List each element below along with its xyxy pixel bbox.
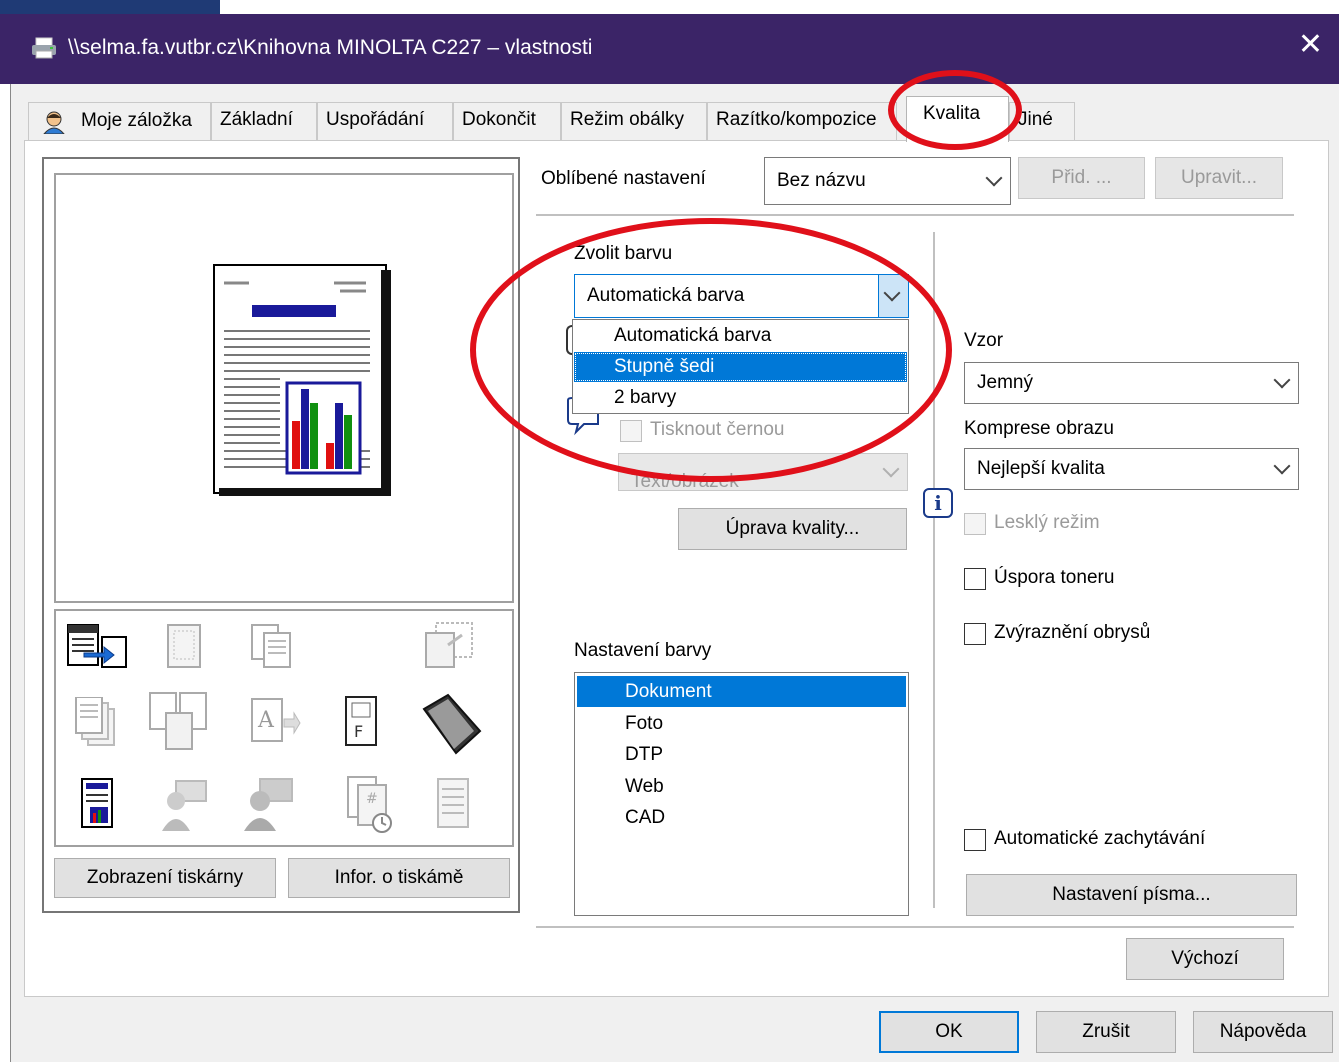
- tab-basic[interactable]: Základní: [211, 102, 317, 140]
- color-dropdown-list: Automatická barva Stupně šedi 2 barvy: [572, 319, 909, 414]
- list-item-web[interactable]: Web: [577, 771, 906, 802]
- printer-info-button[interactable]: Infor. o tiskámě: [288, 858, 510, 898]
- top-strip-accent: [0, 0, 220, 14]
- black-print-select[interactable]: Text/obrázek: [618, 453, 908, 491]
- glossy-checkbox[interactable]: [964, 513, 986, 535]
- pattern-value: Jemný: [977, 372, 1033, 393]
- tab-my-tab[interactable]: Moje záložka: [28, 102, 211, 140]
- chevron-down-icon: [1273, 371, 1291, 389]
- top-strip: [0, 0, 1339, 14]
- staple-icon: [425, 622, 473, 668]
- tab-stamp-composition[interactable]: Razítko/kompozice: [707, 102, 897, 140]
- font-icon: A: [251, 698, 301, 742]
- tab-quality[interactable]: Kvalita: [906, 96, 1009, 142]
- output-method-icon: [67, 624, 127, 668]
- title-bar: \\selma.fa.vutbr.cz\Knihovna MINOLTA C22…: [0, 14, 1339, 84]
- user-auth-icon: [162, 780, 207, 831]
- divider-vertical: [933, 232, 935, 908]
- form-icon: F: [345, 696, 377, 746]
- add-favorite-button[interactable]: Přid. ...: [1018, 157, 1145, 199]
- tab-label: Moje záložka: [81, 110, 192, 131]
- chevron-down-icon: [1273, 457, 1291, 475]
- id-print-icon: #: [347, 776, 392, 833]
- auto-trapping-checkbox[interactable]: [964, 829, 986, 851]
- color-settings-label: Nastavení barvy: [574, 640, 712, 661]
- ok-button[interactable]: OK: [879, 1011, 1019, 1053]
- color-select-value: Automatická barva: [587, 285, 745, 306]
- list-item-cad[interactable]: CAD: [577, 802, 906, 833]
- favorites-select[interactable]: Bez názvu: [764, 157, 1011, 205]
- tab-cover-mode[interactable]: Režim obálky: [561, 102, 707, 140]
- tab-label: Dokončit: [462, 109, 536, 130]
- edit-favorite-button[interactable]: Upravit...: [1155, 157, 1283, 199]
- black-print-checkbox[interactable]: [620, 420, 642, 442]
- cancel-button[interactable]: Zrušit: [1036, 1011, 1176, 1053]
- favorites-label: Oblíbené nastavení: [541, 168, 706, 189]
- list-item-dtp[interactable]: DTP: [577, 739, 906, 770]
- divider-top: [536, 214, 1294, 216]
- printer-icon: [32, 37, 56, 59]
- copies-icon: [251, 624, 291, 668]
- paper-tray-icon: [437, 778, 469, 828]
- tab-label: Základní: [220, 109, 293, 130]
- tab-other[interactable]: Jiné: [1009, 102, 1075, 140]
- toner-save-label: Úspora toneru: [994, 567, 1115, 588]
- page-preview: [54, 173, 514, 603]
- quality-adjust-button[interactable]: Úprava kvality...: [678, 508, 907, 550]
- font-settings-button[interactable]: Nastavení písma...: [966, 874, 1297, 916]
- auto-trapping-label: Automatické zachytávání: [994, 828, 1206, 849]
- chevron-down-icon: [985, 169, 1003, 187]
- stack-icon: [75, 697, 115, 746]
- svg-text:F: F: [354, 722, 363, 741]
- list-item-photo[interactable]: Foto: [577, 708, 906, 739]
- list-item-document[interactable]: Dokument: [577, 676, 906, 707]
- compression-label: Komprese obrazu: [964, 418, 1114, 439]
- edge-enhance-label: Zvýraznění obrysů: [994, 622, 1151, 643]
- account-track-icon: [244, 778, 293, 831]
- printer-view-button[interactable]: Zobrazení tiskárny: [54, 858, 276, 898]
- glossy-label: Lesklý režim: [994, 512, 1100, 533]
- black-print-label: Tisknout černou: [650, 419, 785, 440]
- user-icon: [43, 111, 65, 134]
- document-preview-icon: [213, 264, 391, 496]
- black-print-select-value: Text/obrázek: [631, 471, 739, 491]
- color-select-label: Zvolit barvu: [574, 243, 673, 264]
- window-title: \\selma.fa.vutbr.cz\Knihovna MINOLTA C22…: [68, 36, 593, 59]
- svg-text:#: #: [366, 791, 378, 807]
- info-icon[interactable]: i: [923, 488, 953, 518]
- quality-icon: [81, 778, 113, 828]
- favorites-value: Bez názvu: [777, 170, 866, 191]
- color-select[interactable]: Automatická barva: [574, 274, 909, 318]
- close-icon[interactable]: ✕: [1298, 30, 1323, 60]
- compression-value: Nejlepší kvalita: [977, 458, 1105, 479]
- function-icon-grid: A F #: [54, 609, 514, 847]
- color-option-grayscale[interactable]: Stupně šedi: [574, 352, 907, 382]
- color-settings-list: Dokument Foto DTP Web CAD: [574, 672, 909, 916]
- chevron-down-icon: [882, 460, 900, 478]
- svg-text:A: A: [257, 708, 275, 733]
- booklet-icon: [422, 693, 482, 755]
- compression-select[interactable]: Nejlepší kvalita: [964, 448, 1299, 490]
- pattern-label: Vzor: [964, 330, 1004, 351]
- tab-finishing[interactable]: Dokončit: [453, 102, 561, 140]
- tab-layout[interactable]: Uspořádání: [317, 102, 453, 140]
- tab-label: Uspořádání: [326, 109, 425, 130]
- tab-label: Režim obálky: [570, 109, 685, 130]
- divider-bottom: [536, 926, 1294, 928]
- color-option-auto[interactable]: Automatická barva: [574, 321, 907, 351]
- layout-icon: [167, 624, 201, 668]
- default-button[interactable]: Výchozí: [1126, 938, 1284, 980]
- edge-enhance-checkbox[interactable]: [964, 623, 986, 645]
- toner-save-checkbox[interactable]: [964, 568, 986, 590]
- help-button[interactable]: Nápověda: [1193, 1011, 1333, 1053]
- pattern-select[interactable]: Jemný: [964, 362, 1299, 404]
- color-option-two-color[interactable]: 2 barvy: [574, 383, 907, 413]
- tab-label: Kvalita: [923, 103, 981, 124]
- tab-label: Razítko/kompozice: [716, 109, 877, 130]
- tab-label: Jiné: [1018, 109, 1053, 130]
- multi-page-icon: [149, 692, 207, 750]
